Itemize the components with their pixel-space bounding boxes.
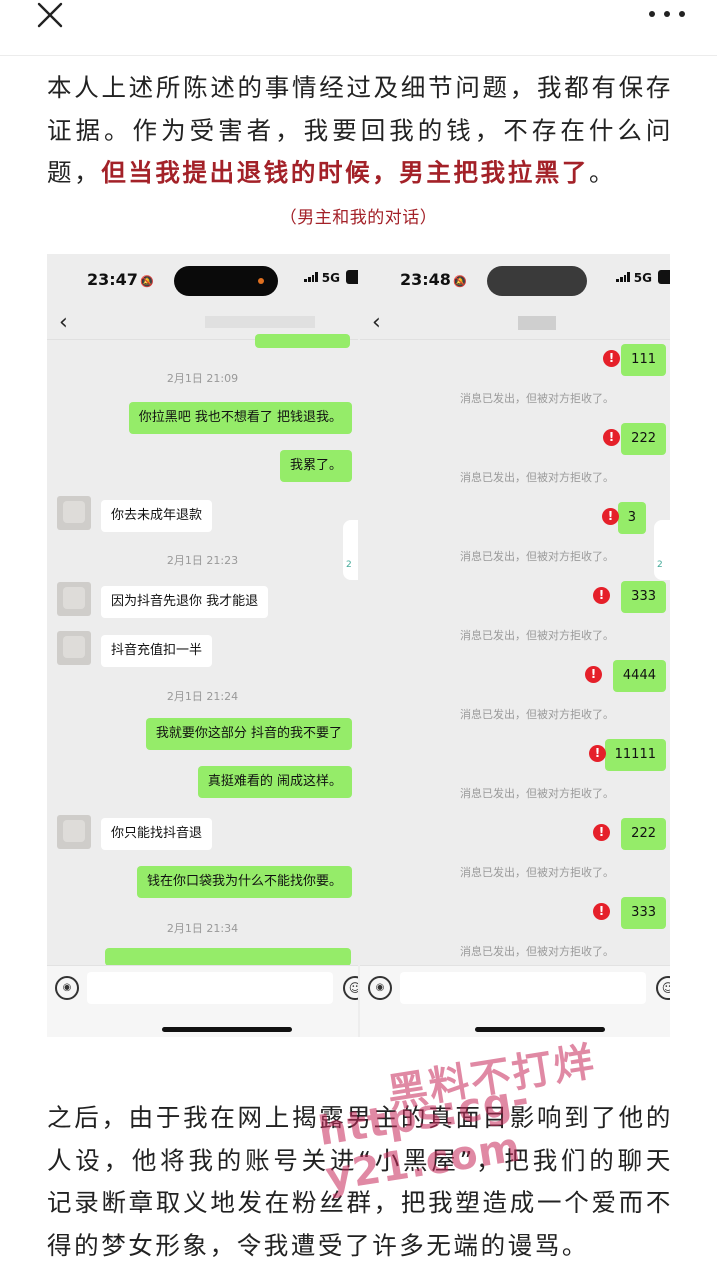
timestamp: 2月1日 21:24: [166, 690, 239, 703]
back-chevron-icon[interactable]: ‹: [372, 310, 381, 335]
home-indicator: [475, 1027, 605, 1032]
error-icon[interactable]: !: [589, 745, 606, 762]
message-bubble-out[interactable]: 4444: [612, 660, 666, 692]
more-dots-icon: [649, 11, 655, 17]
battery-icon: [346, 270, 358, 284]
message-bubble-in[interactable]: 因为抖音先退你 我才能退: [101, 586, 269, 618]
message-bubble-out[interactable]: 333: [621, 581, 666, 613]
chat-screenshots-image: 23:47 🔕 5G ‹ 2月1日 21:09 你拉黑吧 我也不想看了 把钱退我。…: [47, 254, 670, 1037]
rejected-notice: 消息已发出，但被对方拒收了。: [460, 866, 614, 879]
error-icon[interactable]: !: [585, 666, 602, 683]
avatar: [57, 815, 91, 849]
contact-name-blurred: [518, 316, 556, 330]
message-bubble-cut: [255, 334, 350, 348]
error-icon[interactable]: !: [593, 587, 610, 604]
message-bubble-out[interactable]: 11111: [604, 739, 666, 771]
article-paragraph-1: 本人上述所陈述的事情经过及细节问题，我都有保存证据。作为受害者，我要回我的钱，不…: [47, 67, 673, 195]
contact-name-blurred: [205, 316, 315, 328]
avatar: [57, 582, 91, 616]
status-bar: 23:47 🔕 5G: [47, 254, 358, 306]
timestamp: 2月1日 21:34: [166, 922, 239, 935]
close-icon: [37, 2, 63, 28]
close-button[interactable]: [34, 0, 66, 32]
floating-side-tab[interactable]: 2: [654, 520, 670, 580]
message-bubble-out[interactable]: 111: [621, 344, 666, 376]
message-input[interactable]: [400, 972, 646, 1004]
message-bubble-in[interactable]: 你去未成年退款: [101, 500, 213, 532]
right-phone-screenshot: 23:48 🔕 5G ‹ 111 ! 消息已发出，但被对方拒收了。 222 ! 消…: [360, 254, 670, 1037]
top-bar: [0, 0, 717, 56]
highlighted-text: 但当我提出退钱的时候，男主把我拉黑了: [101, 158, 590, 187]
more-menu-button[interactable]: [649, 6, 685, 22]
error-icon[interactable]: !: [593, 824, 610, 841]
floating-side-tab[interactable]: 2: [343, 520, 358, 580]
rejected-notice: 消息已发出，但被对方拒收了。: [460, 945, 614, 958]
rejected-notice: 消息已发出，但被对方拒收了。: [460, 629, 614, 642]
error-icon[interactable]: !: [593, 903, 610, 920]
message-bubble-cut: [105, 948, 351, 966]
message-bubble-out[interactable]: 222: [621, 423, 666, 455]
mute-bell-icon: 🔕: [139, 275, 154, 288]
timestamp: 2月1日 21:09: [166, 372, 239, 385]
rejected-notice: 消息已发出，但被对方拒收了。: [460, 471, 614, 484]
message-bubble-out[interactable]: 我累了。: [279, 450, 352, 482]
rejected-notice: 消息已发出，但被对方拒收了。: [460, 392, 614, 405]
rejected-notice: 消息已发出，但被对方拒收了。: [460, 550, 614, 563]
battery-icon: [658, 270, 670, 284]
avatar: [57, 631, 91, 665]
message-bubble-out[interactable]: 我就要你这部分 抖音的我不要了: [145, 718, 352, 750]
message-bubble-out[interactable]: 你拉黑吧 我也不想看了 把钱退我。: [128, 402, 352, 434]
chat-input-bar: ◉ ☺: [47, 965, 358, 1037]
status-time: 23:47 🔕: [87, 270, 154, 289]
mute-bell-icon: 🔕: [452, 275, 467, 288]
error-icon[interactable]: !: [603, 429, 620, 446]
error-icon[interactable]: !: [603, 350, 620, 367]
home-indicator: [162, 1027, 292, 1032]
message-bubble-out[interactable]: 真挺难看的 闹成这样。: [197, 766, 352, 798]
network-label: 5G: [321, 271, 340, 285]
message-bubble-in[interactable]: 抖音充值扣一半: [101, 635, 213, 667]
voice-icon[interactable]: ◉: [55, 976, 79, 1000]
signal-icon: [616, 272, 630, 282]
message-bubble-out[interactable]: 钱在你口袋我为什么不能找你要。: [136, 866, 352, 898]
message-bubble-out[interactable]: 222: [621, 818, 666, 850]
message-input[interactable]: [87, 972, 333, 1004]
avatar: [57, 496, 91, 530]
article-paragraph-2: 之后，由于我在网上揭露男主的真面目影响到了他的人设，他将我的账号关进“小黑屋”，…: [47, 1103, 673, 1260]
network-label: 5G: [633, 271, 652, 285]
back-chevron-icon[interactable]: ‹: [59, 310, 68, 335]
message-bubble-in[interactable]: 你只能找抖音退: [101, 818, 213, 850]
chat-nav-bar: ‹: [360, 306, 670, 340]
error-icon[interactable]: !: [602, 508, 619, 525]
message-bubble-out[interactable]: 3: [617, 502, 646, 534]
emoji-icon[interactable]: ☺: [343, 976, 358, 1000]
image-caption: （男主和我的对话）: [279, 208, 438, 228]
timestamp: 2月1日 21:23: [166, 554, 239, 567]
message-bubble-out[interactable]: 333: [621, 897, 666, 929]
chat-input-bar: ◉ ☺: [360, 965, 670, 1037]
signal-icon: [304, 272, 318, 282]
emoji-icon[interactable]: ☺: [656, 976, 670, 1000]
status-time: 23:48 🔕: [400, 270, 467, 289]
rejected-notice: 消息已发出，但被对方拒收了。: [460, 787, 614, 800]
left-phone-screenshot: 23:47 🔕 5G ‹ 2月1日 21:09 你拉黑吧 我也不想看了 把钱退我。…: [47, 254, 358, 1037]
dynamic-island-blurred: [487, 266, 587, 296]
dynamic-island: [174, 266, 278, 296]
status-bar: 23:48 🔕 5G: [360, 254, 670, 306]
voice-icon[interactable]: ◉: [368, 976, 392, 1000]
paragraph-end: 。: [589, 158, 617, 187]
rejected-notice: 消息已发出，但被对方拒收了。: [460, 708, 614, 721]
